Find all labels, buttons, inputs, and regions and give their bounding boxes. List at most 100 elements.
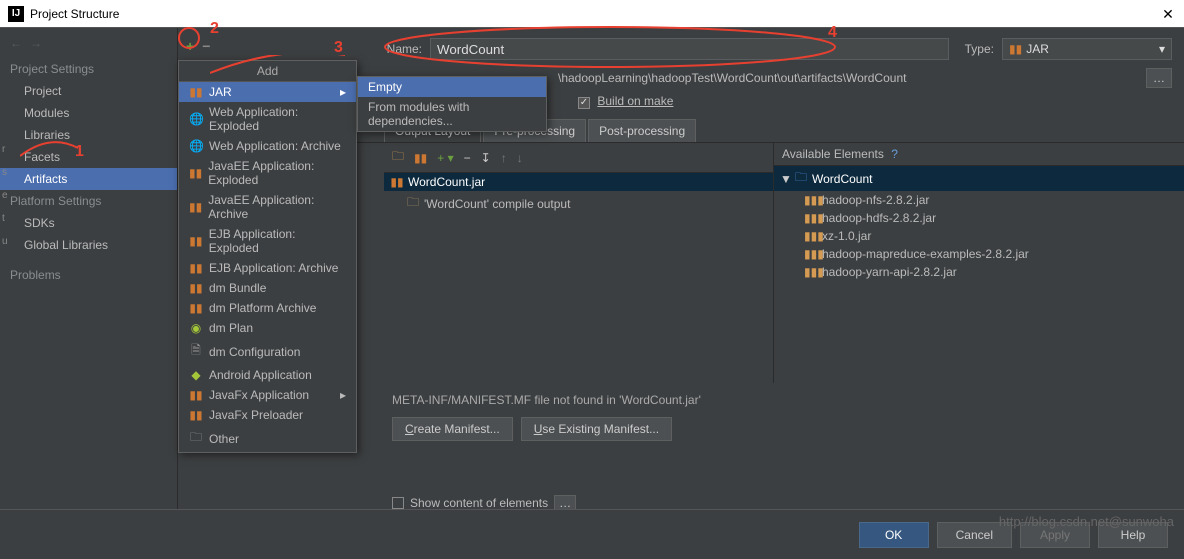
popup-dm-plan[interactable]: ◉dm Plan — [179, 318, 356, 338]
avail-lib[interactable]: ▮▮▮hadoop-hdfs-2.8.2.jar — [774, 209, 1184, 227]
add-popup: Add ▮▮JAR▸ 🌐Web Application: Exploded 🌐W… — [178, 60, 357, 453]
popup-label: Android Application — [209, 368, 312, 382]
popup-android[interactable]: ◆ Android Application — [179, 365, 356, 385]
popup-javafx-preloader[interactable]: ▮▮JavaFx Preloader — [179, 405, 356, 425]
avail-root[interactable]: ▼ 🗀 WordCount — [774, 166, 1184, 191]
lib-label: xz-1.0.jar — [822, 229, 871, 243]
build-on-make-checkbox[interactable]: ✓ Build on make — [578, 94, 673, 108]
close-icon[interactable]: ✕ — [1160, 6, 1176, 22]
sidebar-item-global-libraries[interactable]: Global Libraries — [0, 234, 177, 256]
popup-label: JavaFx Preloader — [209, 408, 303, 422]
popup-ejb-archive[interactable]: ▮▮ EJB Application: Archive — [179, 258, 356, 278]
popup-web-exploded[interactable]: 🌐Web Application: Exploded — [179, 102, 356, 136]
popup-label: EJB Application: Archive — [209, 261, 338, 275]
create-manifest-button[interactable]: CCreate Manifest...reate Manifest... — [392, 417, 513, 441]
popup-label: EJB Application: Exploded — [209, 227, 346, 255]
show-content-label: Show content of elements — [410, 496, 548, 510]
sidebar-item-modules[interactable]: Modules — [0, 102, 177, 124]
help-button[interactable]: Help — [1098, 522, 1168, 548]
type-label: Type: — [965, 42, 994, 56]
avail-lib[interactable]: ▮▮▮xz-1.0.jar — [774, 227, 1184, 245]
submenu-from-modules[interactable]: From modules with dependencies... — [358, 97, 546, 131]
window-title: Project Structure — [30, 7, 1160, 21]
add-icon[interactable]: + ▾ — [435, 151, 455, 165]
group-problems[interactable]: Problems — [0, 264, 177, 286]
group-project-settings: Project Settings — [0, 58, 177, 80]
move-down-icon[interactable]: ↓ — [515, 151, 525, 165]
avail-lib[interactable]: ▮▮▮hadoop-yarn-api-2.8.2.jar — [774, 263, 1184, 281]
avail-lib[interactable]: ▮▮▮hadoop-nfs-2.8.2.jar — [774, 191, 1184, 209]
tree-compile-label: 'WordCount' compile output — [424, 197, 570, 211]
popup-label: Other — [209, 432, 239, 446]
popup-ejb-exploded[interactable]: ▮▮ EJB Application: Exploded — [179, 224, 356, 258]
avail-root-label: WordCount — [812, 172, 872, 186]
popup-header: Add — [179, 61, 356, 82]
sort-icon[interactable]: ↧ — [479, 151, 493, 165]
show-content-checkbox[interactable] — [392, 497, 404, 509]
sidebar-item-facets[interactable]: Facets — [0, 146, 177, 168]
submenu-arrow-icon: ▸ — [340, 388, 346, 402]
check-icon: ✓ — [578, 97, 590, 109]
chevron-down-icon: ▾ — [1159, 42, 1165, 56]
jar-icon: ▮▮ — [189, 388, 203, 402]
popup-javafx-app[interactable]: ▮▮JavaFx Application▸ — [179, 385, 356, 405]
new-folder-icon[interactable]: 🗀 — [390, 147, 406, 168]
sidebar-item-libraries[interactable]: Libraries — [0, 124, 177, 146]
tree-compile-output[interactable]: 🗀 'WordCount' compile output — [384, 191, 773, 216]
browse-path-button[interactable]: … — [1146, 68, 1172, 88]
tree-root-label: WordCount.jar — [408, 175, 485, 189]
cancel-button[interactable]: Cancel — [937, 522, 1012, 548]
tree-root-jar[interactable]: ▮▮ WordCount.jar — [384, 173, 773, 191]
remove-artifact-button[interactable]: − — [202, 38, 210, 54]
nav-fwd-icon[interactable]: → — [30, 36, 42, 50]
expand-icon[interactable]: ▼ — [780, 172, 790, 186]
help-icon[interactable]: ? — [891, 147, 898, 161]
sidebar-item-sdks[interactable]: SDKs — [0, 212, 177, 234]
ok-button[interactable]: OK — [859, 522, 929, 548]
name-label: Name: — [382, 42, 422, 56]
nav-back-icon[interactable]: ← — [10, 36, 22, 50]
popup-jar[interactable]: ▮▮ JAR ▸ — [179, 82, 356, 102]
move-up-icon[interactable]: ↑ — [499, 151, 509, 165]
use-existing-manifest-button[interactable]: Use Existing Manifest... — [521, 417, 672, 441]
sidebar-item-project[interactable]: Project — [0, 80, 177, 102]
popup-label: JavaEE Application: Exploded — [208, 159, 346, 187]
popup-label: Web Application: Archive — [209, 139, 341, 153]
popup-javaee-exploded[interactable]: ▮▮ JavaEE Application: Exploded — [179, 156, 356, 190]
lib-label: hadoop-yarn-api-2.8.2.jar — [822, 265, 957, 279]
jar-icon: ▮▮ — [189, 85, 203, 99]
android-icon: ◆ — [189, 368, 203, 382]
popup-dm-bundle[interactable]: ▮▮ dm Bundle — [179, 278, 356, 298]
jar-icon: ▮▮ — [189, 200, 202, 214]
popup-label: JAR — [209, 85, 232, 99]
apply-button[interactable]: Apply — [1020, 522, 1090, 548]
new-dir-icon[interactable]: ▮▮ — [412, 151, 429, 165]
lib-icon: ▮▮▮ — [804, 193, 818, 207]
output-path: \hadoopLearning\hadoopTest\WordCount\out… — [558, 71, 1138, 85]
jar-icon: ▮▮ — [189, 281, 203, 295]
tab-post-processing[interactable]: Post-processing — [588, 119, 696, 142]
submenu-empty[interactable]: Empty — [358, 77, 546, 97]
type-select[interactable]: ▮▮JAR ▾ — [1002, 38, 1172, 60]
type-value: JAR — [1026, 42, 1049, 56]
name-input[interactable] — [430, 38, 949, 60]
globe-icon: 🌐 — [189, 112, 203, 126]
popup-label: dm Bundle — [209, 281, 266, 295]
jar-icon: ▮▮ — [189, 261, 203, 275]
popup-web-archive[interactable]: 🌐Web Application: Archive — [179, 136, 356, 156]
remove-icon[interactable]: − — [462, 151, 473, 165]
popup-dm-platform[interactable]: ▮▮dm Platform Archive — [179, 298, 356, 318]
sidebar-item-artifacts[interactable]: Artifacts — [0, 168, 177, 190]
lib-label: hadoop-mapreduce-examples-2.8.2.jar — [822, 247, 1029, 261]
jar-icon: ▮▮ — [189, 166, 202, 180]
available-elements-panel: Available Elements ? ▼ 🗀 WordCount ▮▮▮ha… — [774, 143, 1184, 383]
avail-lib[interactable]: ▮▮▮hadoop-mapreduce-examples-2.8.2.jar — [774, 245, 1184, 263]
jar-icon: ▮▮ — [189, 234, 203, 248]
popup-javaee-archive[interactable]: ▮▮JavaEE Application: Archive — [179, 190, 356, 224]
submenu-arrow-icon: ▸ — [340, 85, 346, 99]
artifacts-toolbar: + − — [178, 34, 218, 58]
popup-other[interactable]: 🗀Other — [179, 425, 356, 452]
popup-dm-config[interactable]: 🗎dm Configuration — [179, 338, 356, 365]
jar-icon: ▮▮ — [189, 301, 203, 315]
add-artifact-button[interactable]: + — [186, 38, 194, 54]
